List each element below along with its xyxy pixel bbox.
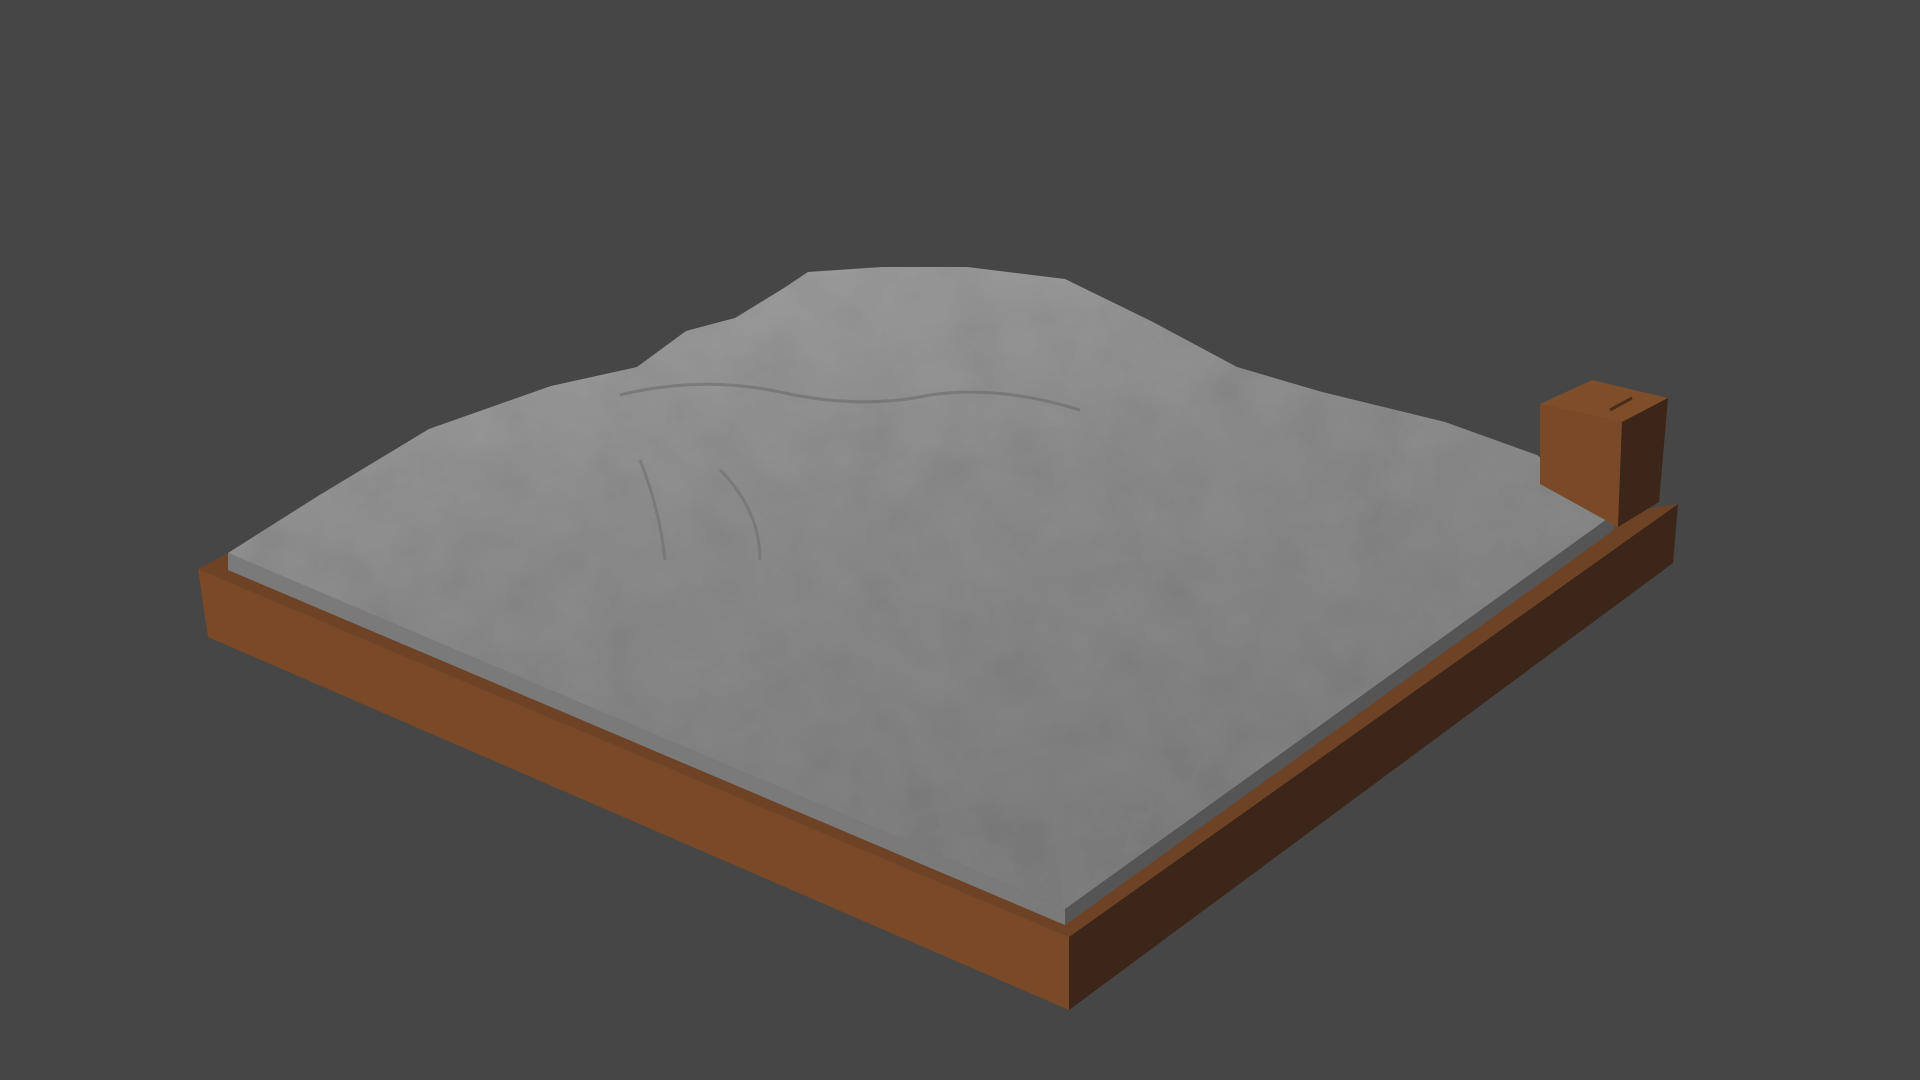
terrain-model-viewport[interactable] xyxy=(0,0,1920,1080)
terrain-slab xyxy=(228,267,1614,925)
terrain-surface xyxy=(228,267,1614,909)
